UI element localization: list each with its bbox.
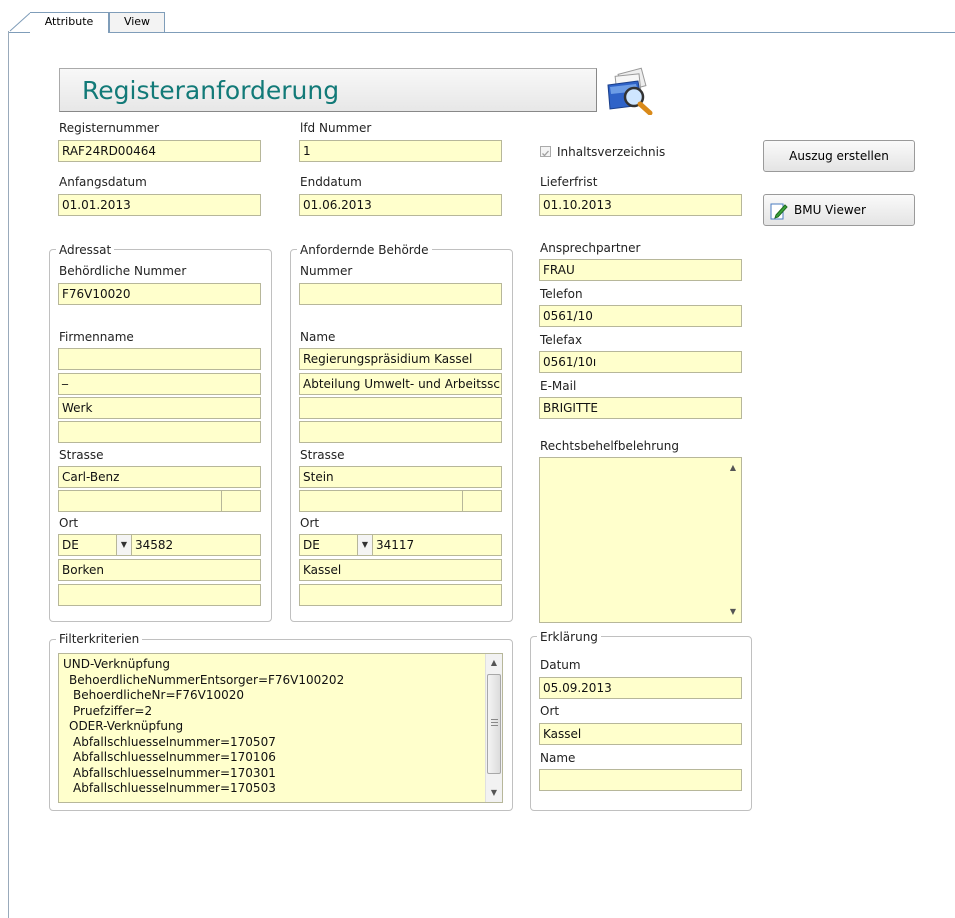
behoerde-strasse-label: Strasse — [300, 448, 345, 462]
inhaltsverzeichnis-checkbox[interactable] — [540, 146, 551, 157]
filterkriterien-legend: Filterkriterien — [56, 632, 143, 646]
filterkriterien-textarea[interactable]: UND-Verknüpfung BehoerdlicheNummerEntsor… — [58, 653, 503, 803]
enddatum-label: Enddatum — [300, 175, 362, 189]
filter-line: ODER-Verknüpfung — [69, 719, 184, 733]
rechtsbehelf-textarea[interactable]: ▲ ▼ — [539, 457, 742, 623]
scroll-up-icon[interactable]: ▲ — [725, 462, 741, 474]
adressat-nummer-label: Behördliche Nummer — [59, 264, 187, 278]
lfd-nummer-field[interactable]: 1 — [299, 140, 502, 162]
anfangsdatum-label: Anfangsdatum — [59, 175, 147, 189]
erklaerung-name-label: Name — [540, 751, 576, 765]
filter-line: Abfallschluesselnummer=170301 — [73, 765, 276, 780]
erklaerung-legend: Erklärung — [537, 630, 601, 644]
filter-scrollbar[interactable]: ▲ ▼ — [485, 654, 502, 802]
erklaerung-ort-field[interactable]: Kassel — [539, 723, 742, 745]
firmenname-field-1[interactable] — [58, 348, 261, 370]
registernummer-label: Registernummer — [59, 121, 160, 135]
behoerde-ort2-field[interactable] — [299, 584, 502, 606]
adressat-strasse2-field[interactable] — [58, 490, 222, 512]
filter-line: UND-Verknüpfung — [63, 657, 171, 671]
behoerde-name-field-1[interactable]: Regierungspräsidium Kassel — [299, 348, 502, 370]
adressat-ort-label: Ort — [59, 516, 79, 530]
page-border — [8, 31, 9, 918]
telefax-label: Telefax — [540, 333, 583, 347]
adressat-land-value: DE — [62, 538, 79, 552]
adressat-legend: Adressat — [56, 243, 115, 257]
behoerde-name-field-4[interactable] — [299, 421, 502, 443]
registernummer-field[interactable]: RAF24RD00464 — [58, 140, 261, 162]
behoerde-nummer-label: Nummer — [300, 264, 353, 278]
lieferfrist-field[interactable]: 01.10.2013 — [539, 194, 742, 216]
behoerde-name-field-3[interactable] — [299, 397, 502, 419]
adressat-ort-field[interactable]: Borken — [58, 559, 261, 581]
behoerde-name-field-2[interactable]: Abteilung Umwelt- und Arbeitssch — [299, 373, 502, 395]
check-icon — [542, 150, 549, 157]
behoerde-legend: Anfordernde Behörde — [297, 243, 432, 257]
behoerde-land-select[interactable]: DE ▼ — [299, 534, 373, 556]
inhaltsverzeichnis-label: Inhaltsverzeichnis — [557, 145, 666, 159]
email-field[interactable]: BRIGITTE — [539, 397, 742, 419]
chevron-down-icon[interactable]: ▼ — [116, 535, 131, 555]
adressat-land-select[interactable]: DE ▼ — [58, 534, 132, 556]
filter-line: Pruefziffer=2 — [73, 703, 153, 718]
adressat-nummer-field[interactable]: F76V10020 — [58, 283, 261, 305]
bmu-viewer-label: BMU Viewer — [794, 203, 866, 217]
behoerde-ort-field[interactable]: Kassel — [299, 559, 502, 581]
edit-document-icon — [770, 202, 788, 220]
telefon-label: Telefon — [540, 287, 583, 301]
erklaerung-ort-label: Ort — [540, 704, 560, 718]
adressat-strasse-field[interactable]: Carl-Benz — [58, 466, 261, 488]
filter-line: BehoerdlicheNummerEntsorger=F76V100202 — [69, 672, 345, 687]
scroll-up-icon[interactable]: ▲ — [486, 657, 502, 669]
behoerde-strasse2-field[interactable] — [299, 490, 463, 512]
filter-line: Abfallschluesselnummer=170507 — [73, 734, 276, 749]
search-folder-icon — [604, 67, 658, 116]
behoerde-hausnummer-field[interactable] — [462, 490, 502, 512]
firmenname-field-3[interactable]: Werk — [58, 397, 261, 419]
enddatum-field[interactable]: 01.06.2013 — [299, 194, 502, 216]
rechtsbehelf-scrollbar[interactable]: ▲ ▼ — [725, 458, 741, 622]
tab-attribute[interactable]: Attribute — [30, 12, 109, 33]
lfd-nummer-label: lfd Nummer — [300, 121, 372, 135]
firmenname-field-2[interactable]: _ — [58, 373, 261, 395]
page-title: Registeranforderung — [59, 68, 597, 112]
adressat-hausnummer-field[interactable] — [221, 490, 261, 512]
behoerde-ort-label: Ort — [300, 516, 320, 530]
firmenname-field-4[interactable] — [58, 421, 261, 443]
chevron-down-icon[interactable]: ▼ — [357, 535, 372, 555]
scroll-down-icon[interactable]: ▼ — [725, 606, 741, 618]
filter-line: Abfallschluesselnummer=170503 — [73, 781, 276, 795]
behoerde-land-value: DE — [303, 538, 320, 552]
tab-view[interactable]: View — [109, 12, 165, 32]
adressat-ort2-field[interactable] — [58, 584, 261, 606]
adressat-strasse-label: Strasse — [59, 448, 104, 462]
lieferfrist-label: Lieferfrist — [540, 175, 598, 189]
ansprechpartner-label: Ansprechpartner — [540, 241, 641, 255]
scroll-down-icon[interactable]: ▼ — [486, 787, 502, 799]
telefax-field[interactable]: 0561/10ı — [539, 351, 742, 373]
scroll-thumb[interactable] — [487, 674, 501, 774]
behoerde-nummer-field[interactable] — [299, 283, 502, 305]
filter-line: BehoerdlicheNr=F76V10020 — [73, 688, 245, 702]
erklaerung-datum-field[interactable]: 05.09.2013 — [539, 677, 742, 699]
telefon-field[interactable]: 0561/10 — [539, 305, 742, 327]
rechtsbehelf-label: Rechtsbehelfbelehrung — [540, 439, 679, 453]
behoerde-name-label: Name — [300, 330, 336, 344]
ansprechpartner-field[interactable]: FRAU — [539, 259, 742, 281]
filter-lines: UND-Verknüpfung BehoerdlicheNummerEntsor… — [63, 657, 344, 797]
adressat-plz-field[interactable]: 34582 — [131, 534, 261, 556]
erklaerung-datum-label: Datum — [540, 658, 581, 672]
behoerde-plz-field[interactable]: 34117 — [372, 534, 502, 556]
email-label: E-Mail — [540, 379, 577, 393]
anfangsdatum-field[interactable]: 01.01.2013 — [58, 194, 261, 216]
auszug-erstellen-button[interactable]: Auszug erstellen — [763, 140, 915, 172]
erklaerung-name-field[interactable] — [539, 769, 742, 791]
firmenname-label: Firmenname — [59, 330, 134, 344]
filter-line: Abfallschluesselnummer=170106 — [73, 750, 276, 764]
bmu-viewer-button[interactable]: BMU Viewer — [763, 194, 915, 226]
behoerde-strasse-field[interactable]: Stein — [299, 466, 502, 488]
